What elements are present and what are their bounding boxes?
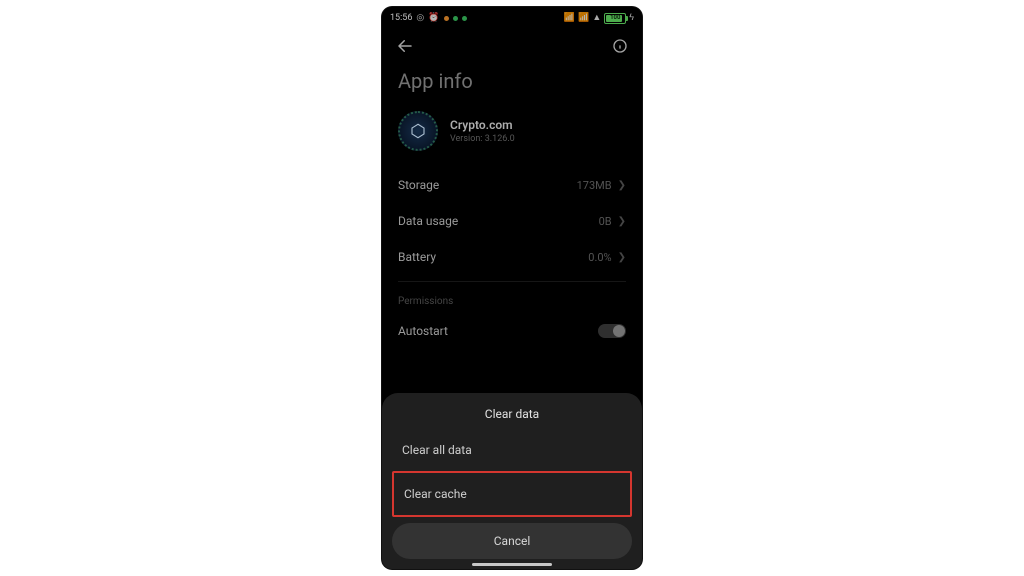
battery-text: 100 [605, 13, 625, 23]
page-title: App info [382, 61, 642, 107]
signal-icon-2: 📶 [578, 14, 589, 23]
divider [398, 281, 626, 282]
header-bar [382, 27, 642, 61]
back-button[interactable] [396, 37, 414, 55]
charging-icon: ϟ [629, 14, 634, 23]
row-data-usage-value: 0B ❯ [599, 215, 626, 228]
row-storage[interactable]: Storage 173MB ❯ [382, 167, 642, 203]
status-dot-green-2 [462, 16, 467, 21]
app-version: Version: 3.126.0 [450, 134, 515, 144]
status-dot-orange [444, 16, 449, 21]
status-left: 15:56 ◎ ⏰ [390, 13, 467, 23]
clear-all-data-option[interactable]: Clear all data [392, 431, 632, 469]
app-meta: Crypto.com Version: 3.126.0 [450, 118, 515, 144]
row-data-usage-label: Data usage [398, 214, 458, 228]
row-storage-label: Storage [398, 178, 439, 192]
status-bar: 15:56 ◎ ⏰ 📶 📶 ▲ 100 ϟ [382, 7, 642, 27]
autostart-label: Autostart [398, 324, 448, 338]
app-name: Crypto.com [450, 118, 515, 132]
clear-data-sheet: Clear data Clear all data Clear cache Ca… [382, 393, 642, 569]
info-button[interactable] [612, 38, 628, 54]
row-data-usage[interactable]: Data usage 0B ❯ [382, 203, 642, 239]
alarm-icon: ⏰ [428, 14, 439, 23]
row-battery-label: Battery [398, 250, 436, 264]
autostart-toggle[interactable] [598, 324, 626, 338]
nfc-icon: ◎ [416, 14, 424, 23]
toggle-knob [613, 325, 625, 337]
home-indicator[interactable] [472, 563, 552, 566]
battery-icon: 100 [604, 13, 626, 24]
app-icon [398, 111, 438, 151]
signal-icon-1: 📶 [564, 14, 575, 23]
phone-screen: 15:56 ◎ ⏰ 📶 📶 ▲ 100 ϟ [382, 7, 642, 569]
sheet-title: Clear data [392, 407, 632, 421]
row-battery-value: 0.0% ❯ [588, 251, 626, 264]
clear-cache-highlight: Clear cache [392, 471, 632, 517]
row-storage-value: 173MB ❯ [577, 179, 626, 192]
row-autostart[interactable]: Autostart [382, 313, 642, 349]
row-battery[interactable]: Battery 0.0% ❯ [382, 239, 642, 275]
permissions-section-label: Permissions [382, 288, 642, 313]
app-identity-row: Crypto.com Version: 3.126.0 [382, 107, 642, 167]
wifi-icon: ▲ [592, 14, 601, 23]
cancel-button[interactable]: Cancel [392, 523, 632, 559]
stage: 15:56 ◎ ⏰ 📶 📶 ▲ 100 ϟ [0, 0, 1024, 576]
status-right: 📶 📶 ▲ 100 ϟ [564, 13, 634, 24]
clear-cache-option[interactable]: Clear cache [394, 473, 630, 515]
chevron-right-icon: ❯ [618, 252, 626, 263]
chevron-right-icon: ❯ [618, 216, 626, 227]
clock: 15:56 [390, 13, 412, 23]
chevron-right-icon: ❯ [618, 180, 626, 191]
status-dot-green [453, 16, 458, 21]
